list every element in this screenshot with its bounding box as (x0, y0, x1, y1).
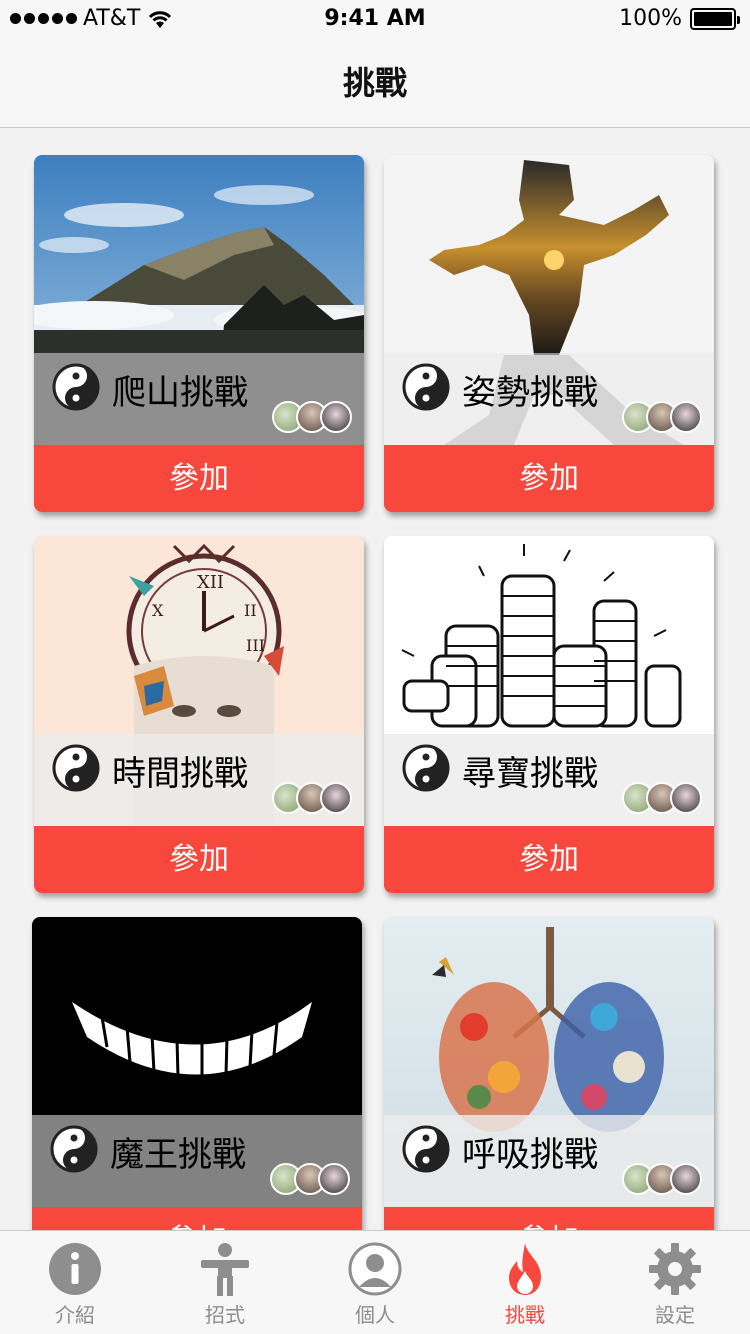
challenge-info-bar: 魔王挑戰 (32, 1115, 362, 1207)
participant-avatars (622, 401, 702, 433)
join-button[interactable]: 參加 (384, 445, 714, 512)
challenge-title: 姿勢挑戰 (462, 373, 598, 413)
join-button[interactable]: 參加 (32, 1207, 362, 1230)
tab-profile[interactable]: 個人 (300, 1231, 450, 1334)
challenge-title: 尋寶挑戰 (462, 754, 598, 794)
avatar (670, 1163, 702, 1195)
tab-moves[interactable]: 招式 (150, 1231, 300, 1334)
challenge-title: 呼吸挑戰 (462, 1135, 598, 1175)
battery-icon (690, 7, 740, 30)
challenge-card-time[interactable]: XII II III X 時間挑戰 參加 (34, 536, 364, 893)
challenge-card-posture[interactable]: 姿勢挑戰 參加 (384, 155, 714, 512)
info-icon (49, 1243, 101, 1295)
avatar (670, 401, 702, 433)
gear-icon (649, 1243, 701, 1295)
status-right: 100% (619, 6, 740, 31)
challenge-grid[interactable]: 爬山挑戰 參加 姿勢挑戰 參加 XII II III X 時間挑戰 參加 尋寶挑… (0, 128, 750, 1230)
participant-avatars (622, 1163, 702, 1195)
join-button[interactable]: 參加 (34, 445, 364, 512)
tab-settings[interactable]: 設定 (600, 1231, 750, 1334)
svg-text:XII: XII (197, 572, 224, 593)
avatar (670, 782, 702, 814)
svg-text:X: X (152, 601, 164, 620)
challenge-card-mountain[interactable]: 爬山挑戰 參加 (34, 155, 364, 512)
yin-yang-icon (402, 1125, 450, 1173)
avatar (320, 401, 352, 433)
person-icon (201, 1243, 249, 1296)
challenge-info-bar: 時間挑戰 (34, 734, 364, 826)
profile-icon (348, 1242, 402, 1296)
join-button[interactable]: 參加 (384, 826, 714, 893)
challenge-info-bar: 爬山挑戰 (34, 353, 364, 445)
tab-label: 個人 (355, 1303, 395, 1327)
yin-yang-icon (402, 744, 450, 792)
challenge-title: 時間挑戰 (112, 754, 248, 794)
page-title: 挑戰 (342, 64, 407, 102)
challenge-info-bar: 尋寶挑戰 (384, 734, 714, 826)
participant-avatars (272, 401, 352, 433)
battery-percent: 100% (619, 6, 682, 31)
challenge-card-demon[interactable]: 魔王挑戰 參加 (32, 917, 362, 1230)
join-button[interactable]: 參加 (34, 826, 364, 893)
challenge-info-bar: 呼吸挑戰 (384, 1115, 714, 1207)
status-bar: AT&T 9:41 AM 100% (0, 0, 750, 40)
challenge-info-bar: 姿勢挑戰 (384, 353, 714, 445)
yin-yang-icon (52, 363, 100, 411)
yin-yang-icon (402, 363, 450, 411)
participant-avatars (270, 1163, 350, 1195)
challenge-card-treasure[interactable]: 尋寶挑戰 參加 (384, 536, 714, 893)
tab-bar: 介紹 招式 個人 挑戰 設定 (0, 1230, 750, 1334)
join-button[interactable]: 參加 (384, 1207, 714, 1230)
tab-label: 挑戰 (505, 1303, 545, 1327)
navigation-bar: 挑戰 (0, 40, 750, 128)
tab-label: 設定 (655, 1303, 695, 1327)
yin-yang-icon (52, 744, 100, 792)
challenge-title: 魔王挑戰 (110, 1135, 246, 1175)
tab-label: 介紹 (55, 1303, 95, 1327)
svg-text:III: III (246, 636, 265, 655)
yin-yang-icon (50, 1125, 98, 1173)
flame-icon (509, 1243, 541, 1295)
avatar (320, 782, 352, 814)
participant-avatars (272, 782, 352, 814)
avatar (318, 1163, 350, 1195)
svg-text:II: II (244, 601, 257, 620)
tab-challenge[interactable]: 挑戰 (450, 1231, 600, 1334)
challenge-title: 爬山挑戰 (112, 373, 248, 413)
participant-avatars (622, 782, 702, 814)
tab-intro[interactable]: 介紹 (0, 1231, 150, 1334)
tab-label: 招式 (205, 1303, 245, 1327)
challenge-card-breathing[interactable]: 呼吸挑戰 參加 (384, 917, 714, 1230)
